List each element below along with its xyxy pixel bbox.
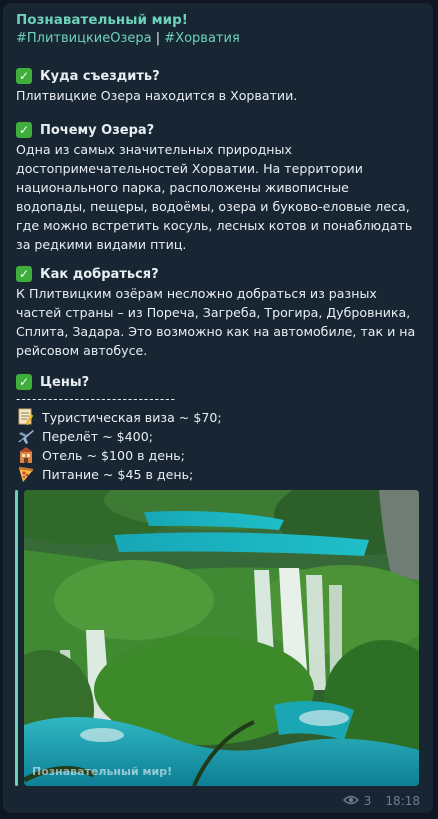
price-item-hotel: Отель ~ $100 в день; bbox=[16, 446, 185, 464]
photo-watermark: Познавательный мир! bbox=[32, 765, 173, 778]
eye-icon bbox=[342, 794, 359, 808]
check-mark-icon: ✓ bbox=[16, 374, 32, 390]
view-count: 3 bbox=[363, 794, 372, 808]
pizza-icon bbox=[16, 465, 36, 483]
tag-separator: | bbox=[155, 31, 161, 46]
price-text: Туристическая виза ~ $70; bbox=[42, 409, 222, 425]
hotel-icon bbox=[16, 446, 36, 464]
post-photo[interactable] bbox=[24, 490, 419, 786]
section-text-why: Одна из самых значительных природных дос… bbox=[16, 142, 413, 252]
section-title-where: ✓ Куда съездить? bbox=[16, 68, 160, 84]
price-text: Питание ~ $45 в день; bbox=[42, 466, 194, 482]
message-time: 18:18 bbox=[385, 794, 420, 808]
price-item-visa: Туристическая виза ~ $70; bbox=[16, 408, 222, 426]
section-title-text: Куда съездить? bbox=[40, 68, 160, 84]
section-title-text: Почему Озера? bbox=[40, 122, 155, 138]
hashtag-plitvice[interactable]: #ПлитвицкиеОзера bbox=[16, 31, 152, 46]
airplane-icon bbox=[16, 427, 36, 445]
price-item-food: Питание ~ $45 в день; bbox=[16, 465, 193, 483]
channel-name[interactable]: Познавательный мир! bbox=[16, 12, 188, 28]
section-title-text: Как добраться? bbox=[40, 266, 159, 282]
message-meta: 3 18:18 bbox=[342, 794, 420, 808]
check-mark-icon: ✓ bbox=[16, 266, 32, 282]
section-title-text: Цены? bbox=[40, 374, 90, 390]
section-text-where: Плитвицкие Озера находится в Хорватии. bbox=[16, 88, 298, 103]
section-text-how: К Плитвицким озёрам несложно добраться и… bbox=[16, 286, 416, 358]
check-mark-icon: ✓ bbox=[16, 122, 32, 138]
price-text: Отель ~ $100 в день; bbox=[42, 447, 185, 463]
view-counter: 3 bbox=[342, 794, 372, 808]
section-title-prices: ✓ Цены? bbox=[16, 374, 89, 390]
divider-line: ------------------------------ bbox=[16, 392, 176, 406]
hashtags: #ПлитвицкиеОзера | #Хорватия bbox=[16, 31, 240, 46]
media-accent-bar bbox=[15, 490, 18, 786]
memo-icon bbox=[16, 408, 36, 426]
check-mark-icon: ✓ bbox=[16, 68, 32, 84]
section-title-why: ✓ Почему Озера? bbox=[16, 122, 154, 138]
price-text: Перелёт ~ $400; bbox=[42, 428, 153, 444]
price-item-flight: Перелёт ~ $400; bbox=[16, 427, 153, 445]
section-title-how: ✓ Как добраться? bbox=[16, 266, 159, 282]
hashtag-croatia[interactable]: #Хорватия bbox=[164, 31, 239, 46]
